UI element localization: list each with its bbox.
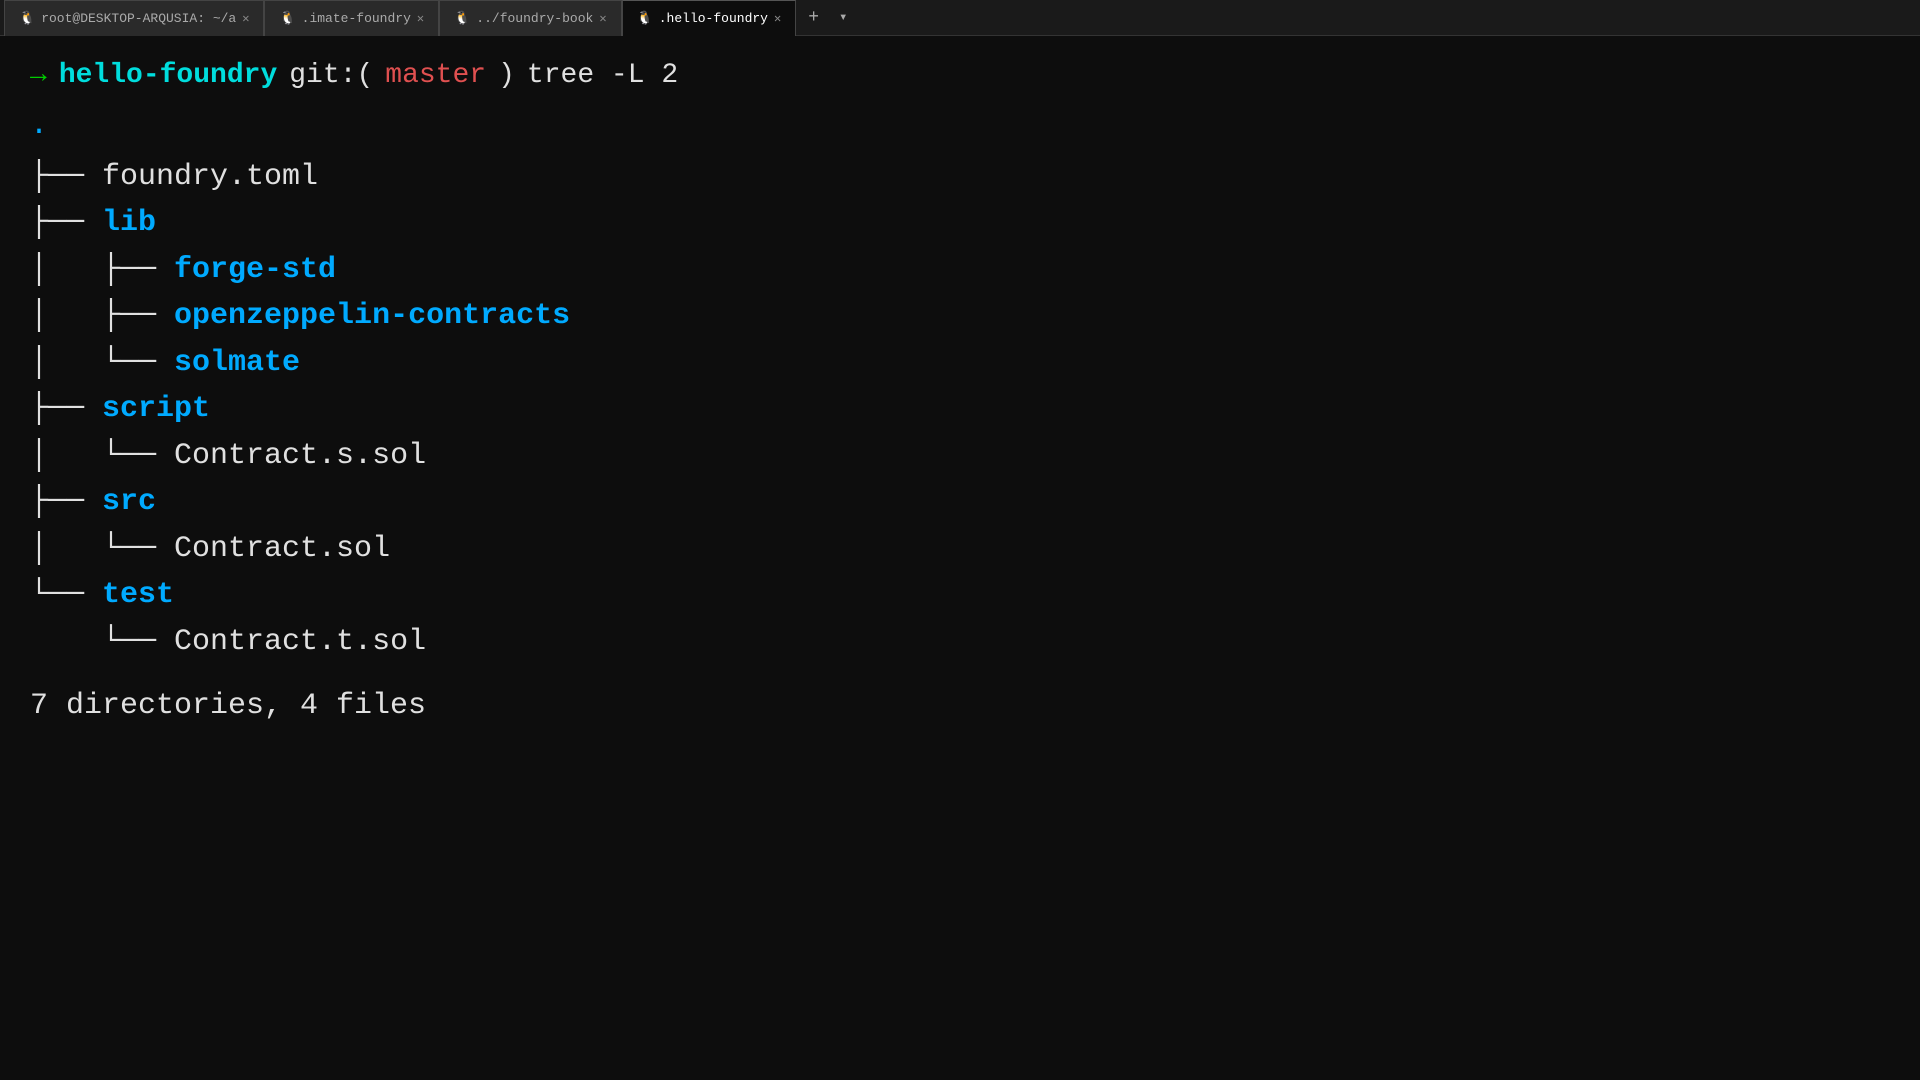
tab-bar: 🐧 root@DESKTOP-ARQUSIA: ~/a ✕ 🐧 .imate-f… — [0, 0, 1920, 36]
close-tab-3[interactable]: ✕ — [599, 11, 606, 26]
tree-summary: 7 directories, 4 files — [30, 685, 1890, 727]
tree-row-7: ├── src — [30, 479, 1890, 526]
tab-label-1: root@DESKTOP-ARQUSIA: ~/a — [41, 11, 236, 26]
close-tab-2[interactable]: ✕ — [417, 11, 424, 26]
tree-connector-0: ├── — [30, 154, 102, 201]
git-prefix: git:( — [289, 56, 373, 95]
tree-item-4: solmate — [174, 340, 300, 387]
git-branch: master — [385, 56, 486, 95]
tree-item-0: foundry.toml — [102, 154, 318, 201]
tab-foundry-book[interactable]: 🐧 ../foundry-book ✕ — [439, 0, 621, 36]
tree-item-8: Contract.sol — [174, 526, 390, 573]
tree-connector-9: └── — [30, 572, 102, 619]
terminal: → hello-foundry git:( master) tree -L 2 .… — [0, 36, 1920, 747]
tab-hello-foundry[interactable]: 🐧 .hello-foundry ✕ — [622, 0, 797, 36]
prompt-dir: hello-foundry — [59, 56, 277, 95]
tree-item-9: test — [102, 572, 174, 619]
tree-connector-1: ├── — [30, 200, 102, 247]
terminal-command: tree -L 2 — [527, 56, 678, 95]
tree-row-3: │ ├── openzeppelin-contracts — [30, 293, 1890, 340]
tree-row-0: ├── foundry.toml — [30, 154, 1890, 201]
tree-item-10: Contract.t.sol — [174, 619, 426, 666]
tab-label-2: .imate-foundry — [302, 11, 411, 26]
tree-dot: . — [30, 103, 1890, 150]
tree-connector-4: │ └── — [30, 340, 174, 387]
prompt-line: → hello-foundry git:( master) tree -L 2 — [30, 56, 1890, 95]
close-tab-4[interactable]: ✕ — [774, 11, 781, 26]
tux-icon-4: 🐧 — [637, 11, 653, 26]
tree-connector-10: └── — [30, 619, 174, 666]
tree-row-4: │ └── solmate — [30, 340, 1890, 387]
git-suffix: ) — [498, 56, 515, 95]
tab-imate-foundry[interactable]: 🐧 .imate-foundry ✕ — [264, 0, 439, 36]
tree-connector-8: │ └── — [30, 526, 174, 573]
tree-item-3: openzeppelin-contracts — [174, 293, 570, 340]
tree-row-5: ├── script — [30, 386, 1890, 433]
tab-label-3: ../foundry-book — [476, 11, 593, 26]
tree-output: . ├── foundry.toml ├── lib │ ├── forge-s… — [30, 103, 1890, 665]
tree-item-7: src — [102, 479, 156, 526]
tree-row-9: └── test — [30, 572, 1890, 619]
tree-row-2: │ ├── forge-std — [30, 247, 1890, 294]
tux-icon-1: 🐧 — [19, 11, 35, 26]
close-tab-1[interactable]: ✕ — [242, 11, 249, 26]
tab-overflow-button[interactable]: ▾ — [831, 0, 855, 36]
tree-item-2: forge-std — [174, 247, 336, 294]
tree-row-6: │ └── Contract.s.sol — [30, 433, 1890, 480]
tux-icon-2: 🐧 — [279, 11, 295, 26]
tree-row-8: │ └── Contract.sol — [30, 526, 1890, 573]
tree-connector-3: │ ├── — [30, 293, 174, 340]
tree-connector-6: │ └── — [30, 433, 174, 480]
tab-label-4: .hello-foundry — [659, 11, 768, 26]
tree-connector-7: ├── — [30, 479, 102, 526]
tree-connector-2: │ ├── — [30, 247, 174, 294]
new-tab-button[interactable]: + — [796, 0, 831, 36]
tree-item-1: lib — [102, 200, 156, 247]
tree-connector-5: ├── — [30, 386, 102, 433]
prompt-arrow: → — [30, 56, 47, 95]
tux-icon-3: 🐧 — [454, 11, 470, 26]
tree-item-5: script — [102, 386, 210, 433]
tree-row-10: └── Contract.t.sol — [30, 619, 1890, 666]
tab-root[interactable]: 🐧 root@DESKTOP-ARQUSIA: ~/a ✕ — [4, 0, 264, 36]
tree-row-1: ├── lib — [30, 200, 1890, 247]
tree-item-6: Contract.s.sol — [174, 433, 426, 480]
